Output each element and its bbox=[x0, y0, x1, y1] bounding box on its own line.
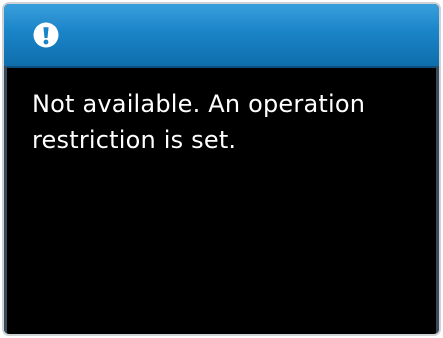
error-message: Not available. An operation restriction … bbox=[32, 90, 366, 154]
exclamation-alert-icon bbox=[33, 22, 59, 48]
dialog-title-bar bbox=[4, 4, 439, 68]
error-dialog: Not available. An operation restriction … bbox=[4, 4, 439, 334]
screen-edge-right bbox=[436, 66, 439, 334]
device-display-frame: Not available. An operation restriction … bbox=[2, 2, 441, 336]
message-area: Not available. An operation restriction … bbox=[32, 86, 419, 158]
screen-edge-left bbox=[4, 66, 7, 334]
